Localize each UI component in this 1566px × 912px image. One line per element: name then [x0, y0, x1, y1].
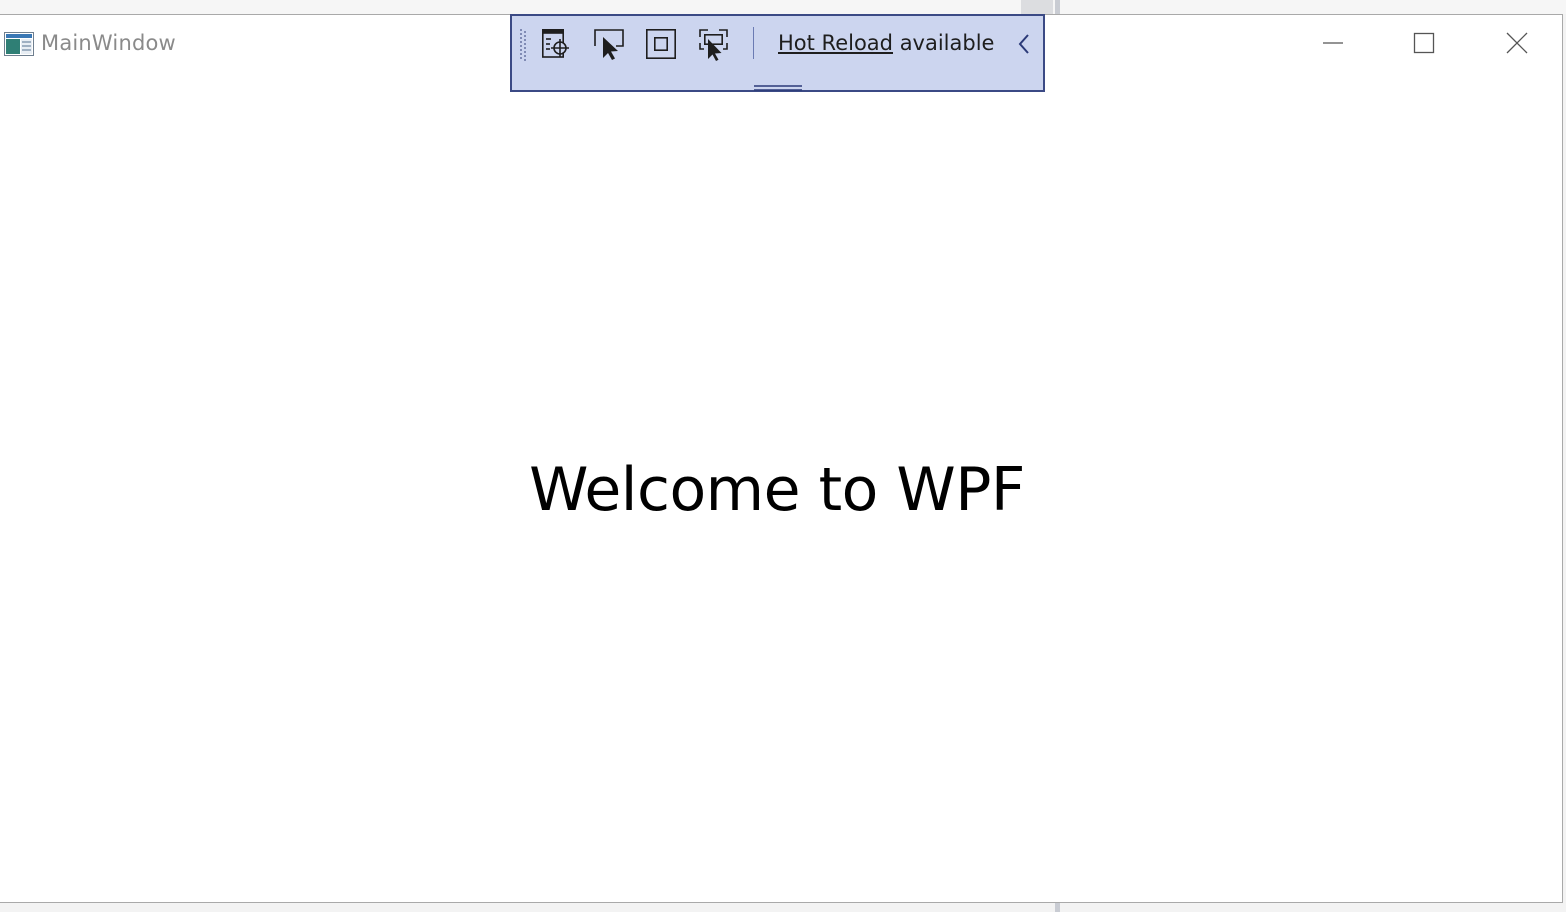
minimize-icon: [1323, 42, 1343, 44]
maximize-button[interactable]: [1401, 25, 1447, 61]
go-to-live-visual-tree-button[interactable]: [536, 26, 574, 62]
close-button[interactable]: [1494, 25, 1540, 61]
chevron-left-icon: [1018, 34, 1029, 54]
background-divider-bottom: [1055, 903, 1060, 912]
select-element-button[interactable]: [590, 26, 628, 62]
hot-reload-toolbar: Hot Reload available: [510, 14, 1045, 92]
minimize-button[interactable]: [1310, 25, 1356, 61]
welcome-text: Welcome to WPF: [529, 455, 1025, 525]
hot-reload-status-text: available: [899, 31, 995, 55]
window-title: MainWindow: [41, 31, 176, 55]
collapse-toolbar-button[interactable]: [1012, 30, 1038, 58]
desktop-background: MainWindow Welcome to WPF Hot Reload ava…: [0, 0, 1566, 912]
app-icon: [4, 32, 34, 56]
track-focused-element-button[interactable]: [694, 26, 732, 62]
background-strip: [0, 0, 1566, 14]
background-scroll-tab: [1021, 0, 1053, 14]
track-focused-element-icon: [699, 29, 728, 61]
maximize-icon: [1413, 32, 1435, 54]
go-to-live-visual-tree-icon: [542, 29, 569, 58]
select-element-icon: [594, 29, 624, 60]
display-layout-adorners-icon: [645, 28, 676, 59]
close-icon: [1506, 32, 1528, 54]
toolbar-drag-handle[interactable]: [754, 76, 802, 91]
display-layout-adorners-button[interactable]: [642, 26, 680, 62]
background-divider-top: [1055, 0, 1060, 14]
main-window: MainWindow Welcome to WPF: [0, 14, 1563, 903]
hot-reload-status: Hot Reload available: [778, 31, 994, 55]
toolbar-grip[interactable]: [519, 28, 529, 62]
hot-reload-link[interactable]: Hot Reload: [778, 31, 893, 55]
toolbar-separator: [753, 27, 754, 59]
